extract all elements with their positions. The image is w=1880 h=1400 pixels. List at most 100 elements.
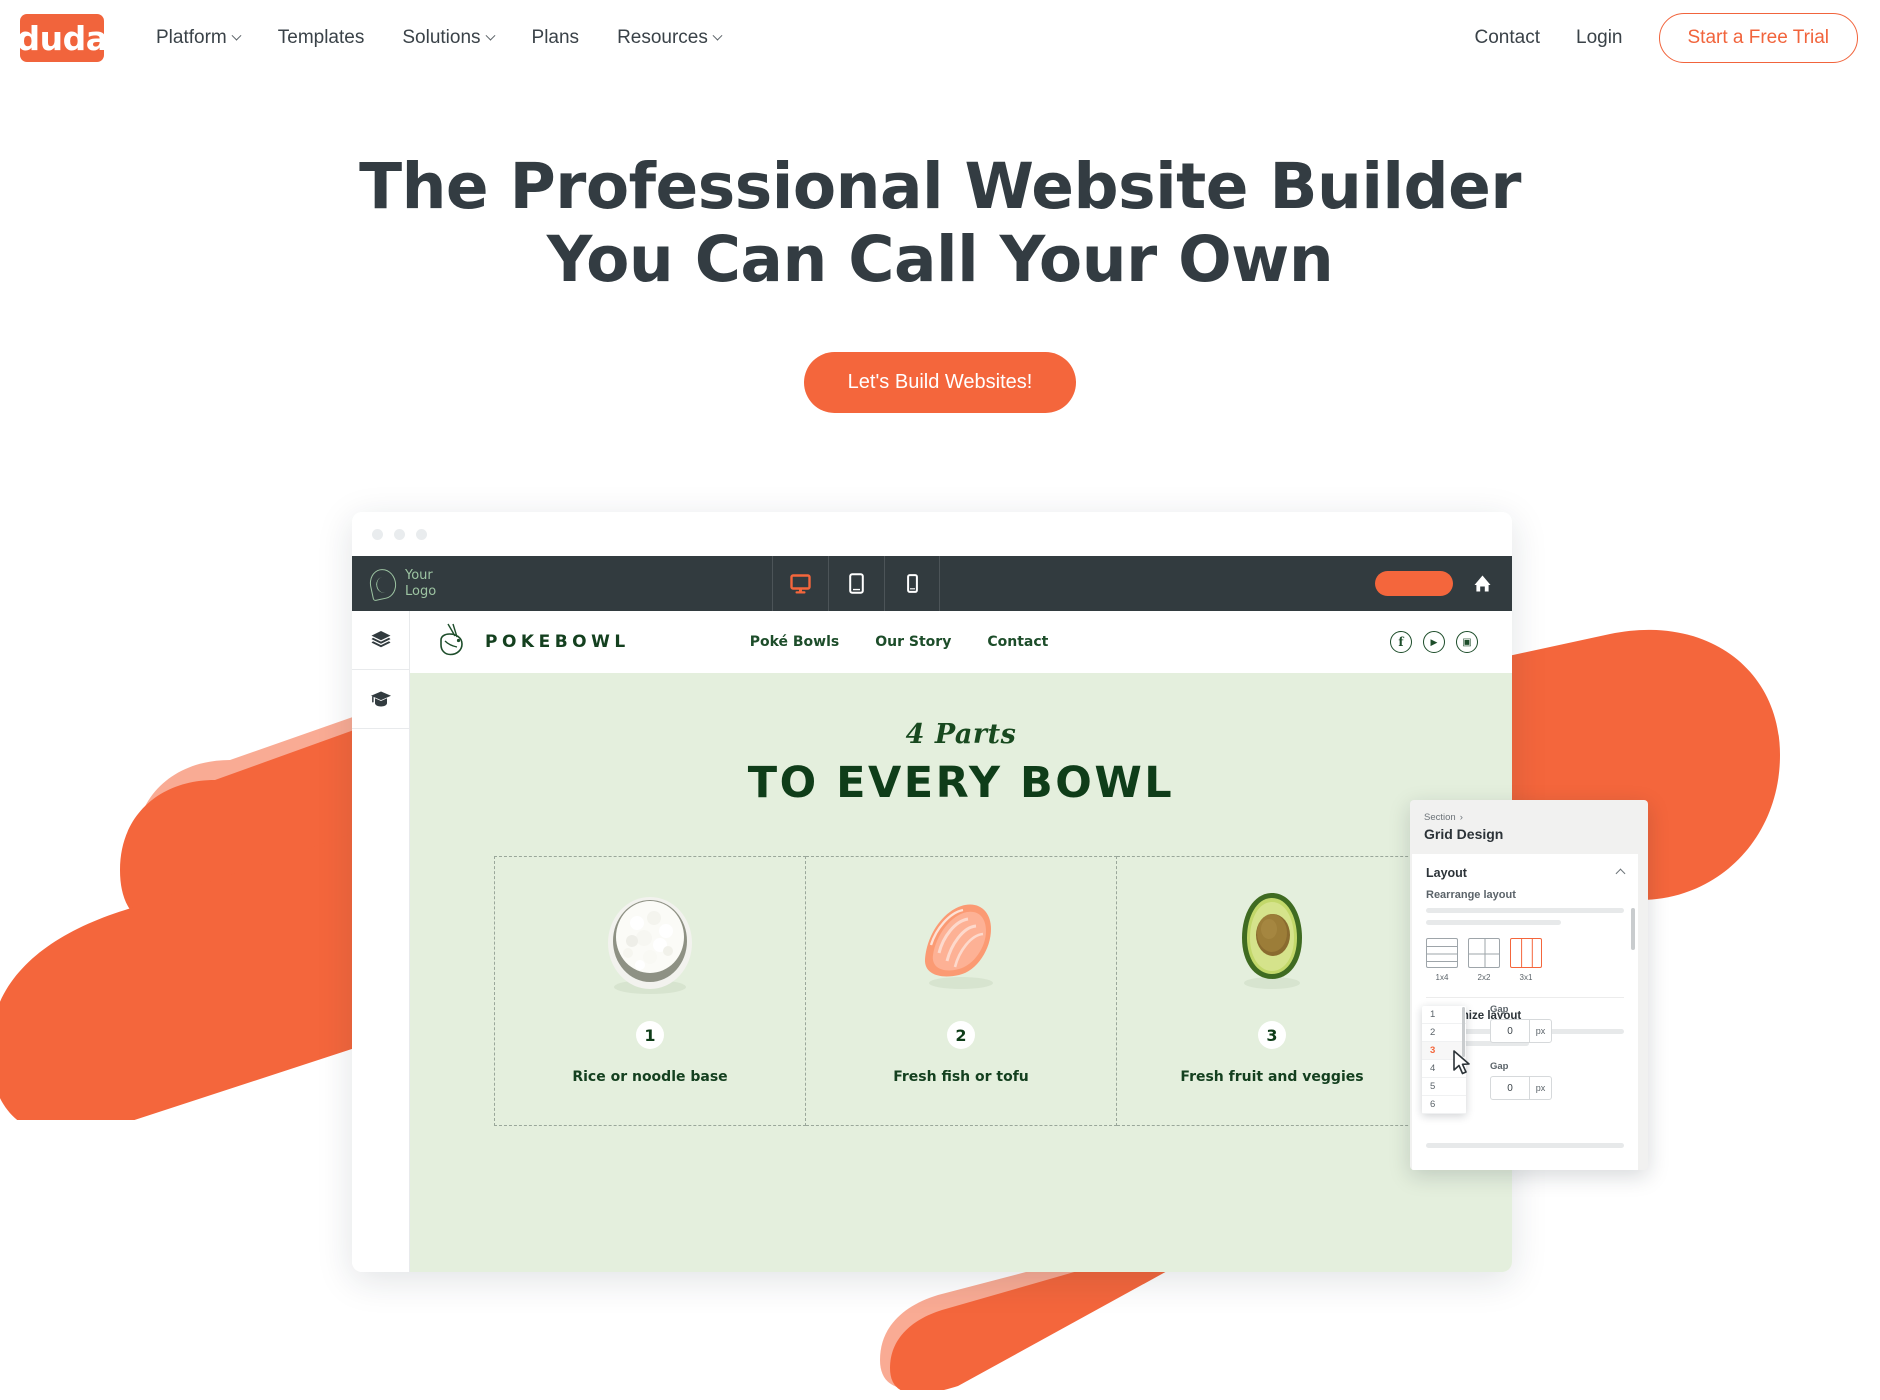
editor-logo-label: Your Logo	[405, 568, 437, 599]
home-icon[interactable]	[1473, 574, 1492, 593]
site-brand[interactable]: POKEBOWL	[438, 623, 630, 661]
grid-cell-2[interactable]: 2 Fresh fish or tofu	[806, 856, 1117, 1126]
youtube-icon[interactable]: ▶	[1423, 631, 1445, 653]
gap-control-1: Gap 0 px	[1490, 1004, 1570, 1043]
dropdown-option-6[interactable]: 6	[1422, 1096, 1466, 1114]
site-header: POKEBOWL Poké Bowls Our Story Contact f …	[410, 611, 1512, 673]
nav-item-templates[interactable]: Templates	[278, 27, 365, 49]
nav-item-solutions[interactable]: Solutions	[402, 27, 495, 49]
nav-item-plans[interactable]: Plans	[532, 27, 580, 49]
site-hero-script-title: 4 Parts	[905, 719, 1017, 750]
layout-thumb-1x4-icon	[1426, 938, 1458, 968]
layout-option-1x4[interactable]: 1x4	[1426, 938, 1458, 982]
browser-title-bar	[352, 512, 1512, 556]
dropdown-option-2[interactable]: 2	[1422, 1024, 1466, 1042]
headline-line-2: You Can Call Your Own	[546, 223, 1334, 297]
nav-item-resources[interactable]: Resources	[617, 27, 723, 49]
site-nav: Poké Bowls Our Story Contact	[750, 634, 1049, 650]
panel-header: Section › Grid Design	[1410, 800, 1648, 850]
duda-logo[interactable]: duda	[17, 14, 108, 62]
site-social-links: f ▶ ▣	[1390, 631, 1478, 653]
window-minimize-dot[interactable]	[394, 528, 405, 540]
headline-line-1: The Professional Website Builder	[359, 150, 1521, 223]
cell-number-2: 2	[947, 1021, 975, 1049]
grid-design-panel: Section › Grid Design Layout Rearrange l…	[1410, 800, 1648, 1170]
window-close-dot[interactable]	[372, 528, 383, 540]
editor-body: POKEBOWL Poké Bowls Our Story Contact f …	[352, 611, 1512, 1272]
salmon-sashimi-photo	[924, 904, 993, 989]
nav-item-resources-label: Resources	[617, 27, 708, 48]
layout-option-1x4-label: 1x4	[1435, 973, 1449, 982]
content-grid: 1 Rice or noodle base 2 Fresh fish or to…	[494, 856, 1428, 1126]
tablet-view-glyph	[849, 573, 864, 594]
rearrange-layout-label: Rearrange layout	[1426, 889, 1516, 901]
panel-title: Grid Design	[1424, 826, 1504, 842]
grid-cell-3[interactable]: 3 Fresh fruit and veggies	[1117, 856, 1428, 1126]
avocado-half-photo	[1242, 893, 1302, 989]
nav-item-login[interactable]: Login	[1576, 27, 1623, 49]
mobile-view-icon[interactable]	[884, 556, 940, 611]
layout-section-title: Layout	[1426, 866, 1467, 880]
layers-icon[interactable]	[352, 611, 409, 670]
layout-option-2x2-label: 2x2	[1477, 973, 1491, 982]
gap-label-1: Gap	[1490, 1004, 1509, 1015]
gap-unit-2: px	[1529, 1077, 1551, 1099]
nav-item-platform[interactable]: Platform	[156, 27, 242, 49]
panel-scrollbar[interactable]	[1631, 908, 1635, 950]
page-title: The Professional Website Builder You Can…	[0, 150, 1880, 296]
primary-nav: Platform Templates Solutions Plans Resou…	[156, 27, 723, 49]
gap-input-1[interactable]: 0 px	[1490, 1019, 1552, 1043]
publish-button[interactable]	[1375, 571, 1453, 596]
layout-thumb-3x1-icon	[1510, 938, 1542, 968]
pokebowl-chopsticks-icon	[440, 623, 463, 656]
site-nav-our-story[interactable]: Our Story	[875, 634, 951, 650]
graduation-cap-glyph	[370, 691, 391, 707]
nav-item-templates-label: Templates	[277, 27, 365, 48]
gap-input-2[interactable]: 0 px	[1490, 1076, 1552, 1100]
window-maximize-dot[interactable]	[416, 528, 427, 540]
breadcrumb-section-label: Section	[1424, 812, 1456, 823]
layout-option-3x1-label: 3x1	[1519, 973, 1533, 982]
gap-value-2[interactable]: 0	[1491, 1077, 1529, 1099]
layout-option-2x2[interactable]: 2x2	[1468, 938, 1500, 982]
site-hero-section: 4 Parts TO EVERY BOWL 1 Rice or noodle b…	[410, 673, 1512, 1272]
cell-number-3: 3	[1258, 1021, 1286, 1049]
editor-toolbar: Your Logo	[352, 556, 1512, 611]
secondary-nav: Contact Login Start a Free Trial	[1475, 13, 1858, 63]
site-nav-poke-bowls[interactable]: Poké Bowls	[750, 634, 840, 650]
dropdown-option-5[interactable]: 5	[1422, 1078, 1466, 1096]
gap-value-1[interactable]: 0	[1491, 1020, 1529, 1042]
rows4-glyph	[1427, 946, 1457, 962]
grid-cell-1[interactable]: 1 Rice or noodle base	[494, 856, 806, 1126]
lets-build-websites-button[interactable]: Let's Build Websites!	[803, 352, 1077, 414]
layout-thumb-2x2-icon	[1468, 938, 1500, 968]
divider	[1426, 997, 1624, 998]
nav-item-contact[interactable]: Contact	[1475, 27, 1540, 49]
mobile-view-glyph	[906, 574, 918, 593]
layout-options: 1x4 2x2 3x1	[1426, 938, 1624, 982]
graduation-cap-icon[interactable]	[352, 670, 409, 729]
dropdown-option-1[interactable]: 1	[1422, 1006, 1466, 1024]
desktop-view-icon[interactable]	[772, 556, 828, 611]
facebook-icon[interactable]: f	[1390, 631, 1412, 653]
breadcrumb[interactable]: Section ›	[1424, 812, 1634, 823]
hero-cta-wrapper: Let's Build Websites!	[0, 352, 1880, 414]
nav-item-plans-label: Plans	[531, 27, 580, 48]
caret-up-icon[interactable]	[1615, 868, 1626, 878]
layout-section-card: Layout Rearrange layout 1x4 2x2 3x1 Cust…	[1412, 854, 1638, 1170]
hero-section: The Professional Website Builder You Can…	[0, 150, 1880, 414]
rice-bowl-photo	[608, 897, 692, 994]
top-navigation-bar: duda Platform Templates Solutions Plans …	[0, 0, 1880, 76]
cols3-glyph	[1521, 939, 1533, 967]
layers-glyph	[371, 631, 390, 648]
nav-item-platform-label: Platform	[156, 27, 227, 48]
tablet-view-icon[interactable]	[828, 556, 884, 611]
gap-control-2: Gap 0 px	[1490, 1061, 1570, 1100]
start-free-trial-button[interactable]: Start a Free Trial	[1658, 13, 1858, 63]
chevron-down-icon	[712, 30, 723, 41]
site-nav-contact[interactable]: Contact	[987, 634, 1048, 650]
instagram-icon[interactable]: ▣	[1456, 631, 1478, 653]
layout-option-3x1[interactable]: 3x1	[1510, 938, 1542, 982]
site-brand-name: POKEBOWL	[485, 632, 630, 652]
editor-logo[interactable]: Your Logo	[352, 556, 772, 611]
